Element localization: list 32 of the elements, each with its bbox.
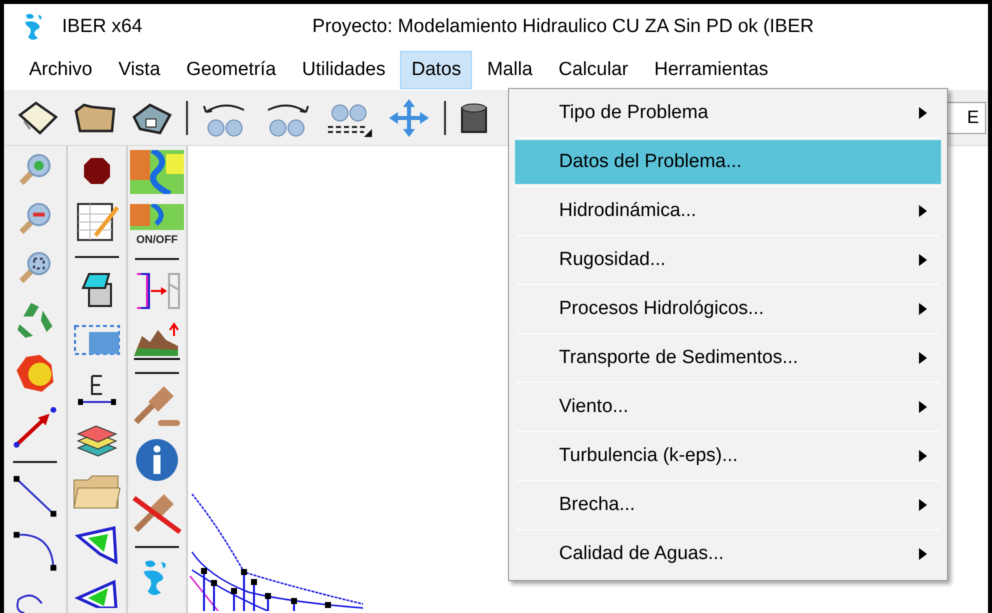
menu-option[interactable]: Brecha... [515,483,941,527]
arrow-icon[interactable] [12,406,58,449]
menu-option[interactable]: Rugosidad... [515,238,941,282]
menu-option[interactable]: Turbulencia (k-eps)... [515,434,941,478]
mesh-element-icon[interactable] [74,524,120,566]
app-name: IBER x64 [62,14,142,39]
menu-option[interactable]: Datos del Problema... [515,140,941,184]
menu-item[interactable]: Calcular [548,51,640,89]
map-icon[interactable] [130,150,184,194]
new-page-icon[interactable] [16,98,60,136]
terrain-icon[interactable] [132,322,182,362]
menu-option[interactable]: Calidad de Aguas... [515,532,941,576]
info-icon[interactable] [133,438,181,482]
mesh-element-icon[interactable] [74,578,120,608]
menu-option[interactable]: Viento... [515,385,941,429]
menu-item[interactable]: Datos [400,51,472,89]
selection-rectangle-icon[interactable] [73,322,121,358]
line-icon[interactable] [12,474,58,518]
edit-table-icon[interactable] [74,200,120,244]
menu-item[interactable]: Vista [107,51,172,89]
menu-item[interactable]: Malla [476,51,544,89]
menu-option[interactable]: Procesos Hidrológicos... [515,287,941,331]
window-title: Proyecto: Modelamiento Hidraulico CU ZA Sin PD ok (IBER [312,14,814,39]
menu-item[interactable]: Geometría [175,51,288,89]
menu-option[interactable]: Transporte de Sedimentos... [515,336,941,380]
gavel-icon[interactable] [132,384,182,428]
menu-option[interactable]: Hidrodinámica... [515,189,941,233]
menu-item[interactable]: Herramientas [643,51,780,89]
gavel-crossed-icon[interactable] [132,492,182,536]
menu-item[interactable]: Archivo [18,51,104,89]
menu-item[interactable]: Utilidades [291,51,396,89]
arc-icon[interactable] [12,529,58,572]
